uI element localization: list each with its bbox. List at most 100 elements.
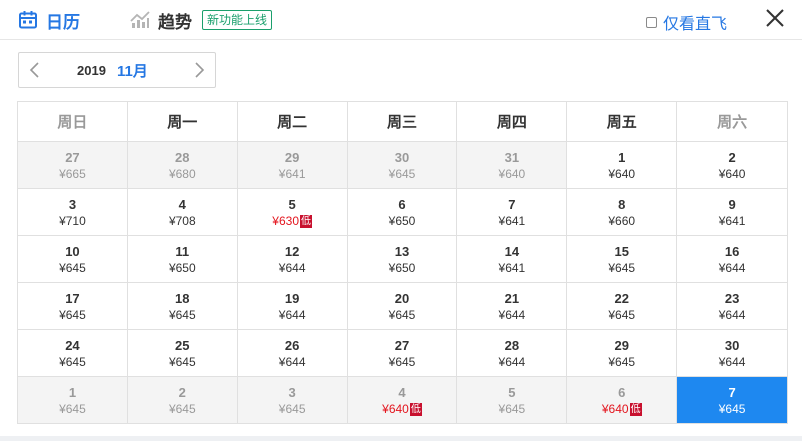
calendar-day-cell[interactable]: 29 ¥645 [567,330,678,377]
calendar-day-cell[interactable]: 2 ¥640 [677,142,789,189]
price-line: ¥640 低 [348,402,457,416]
tab-calendar[interactable]: 日历 [18,8,80,32]
calendar-day-cell[interactable]: 30 ¥645 [347,142,458,189]
calendar-day-cell[interactable]: 11 ¥650 [127,236,238,283]
direct-flight-filter[interactable]: 仅看直飞 [646,10,727,34]
trend-chart-icon [130,11,150,28]
direct-flight-label: 仅看直飞 [663,16,728,33]
prev-month-button[interactable] [27,62,43,78]
day-price: ¥650 [388,261,416,275]
calendar-day-cell[interactable]: 30 ¥644 [677,330,789,377]
price-line: ¥645 [567,308,676,322]
calendar-day-cell[interactable]: 8 ¥660 [567,189,678,236]
day-number: 16 [724,244,740,259]
calendar-day-cell[interactable]: 24 ¥645 [18,330,128,377]
calendar-grid: 周日 周一 周二 周三 周四 周五 周六 27 ¥665 28 ¥680 29 ¥641 3… [17,101,789,424]
calendar-day-cell[interactable]: 4 ¥640 低 [347,377,458,424]
new-feature-badge: 新功能上线 [202,10,273,30]
top-bar: 日历 趋势 新功能上线 仅看直飞 [0,0,802,40]
calendar-day-cell[interactable]: 7 ¥641 [457,189,568,236]
day-number: 18 [175,291,190,306]
calendar-day-cell[interactable]: 13 ¥650 [347,236,458,283]
calendar-day-cell[interactable]: 3 ¥710 [18,189,128,236]
price-line: ¥640 [677,167,787,181]
calendar-day-cell[interactable]: 1 ¥645 [18,377,128,424]
day-price: ¥644 [278,261,306,275]
calendar-day-cell[interactable]: 1 ¥640 [567,142,678,189]
day-price: ¥650 [168,261,196,275]
calendar-day-cell[interactable]: 14 ¥641 [457,236,568,283]
calendar-day-cell[interactable]: 4 ¥708 [127,189,238,236]
day-price: ¥645 [168,308,196,322]
day-number: 20 [394,291,410,306]
day-price: ¥644 [718,308,746,322]
next-month-button[interactable] [191,62,207,78]
day-price: ¥641 [498,214,526,228]
calendar-day-cell[interactable]: 27 ¥665 [18,142,128,189]
price-line: ¥645 [348,355,457,369]
day-number: 15 [614,244,629,259]
day-number: 11 [175,244,190,259]
day-number: 31 [504,150,520,165]
price-line: ¥645 [18,402,127,416]
calendar-day-cell-selected[interactable]: 7 ¥645 [677,377,789,424]
calendar-day-cell[interactable]: 26 ¥644 [237,330,348,377]
calendar-day-cell[interactable]: 25 ¥645 [127,330,238,377]
calendar-day-cell[interactable]: 12 ¥644 [237,236,348,283]
day-number: 13 [394,244,410,259]
calendar-day-cell[interactable]: 20 ¥645 [347,283,458,330]
day-number: 23 [724,291,740,306]
weekday-header-row: 周日 周一 周二 周三 周四 周五 周六 [18,102,789,142]
calendar-day-cell[interactable]: 17 ¥645 [18,283,128,330]
calendar-day-cell[interactable]: 6 ¥640 低 [567,377,678,424]
calendar-day-cell[interactable]: 27 ¥645 [347,330,458,377]
day-number: 7 [728,385,736,400]
direct-flight-checkbox[interactable] [646,16,657,28]
calendar-day-cell[interactable]: 3 ¥645 [237,377,348,424]
calendar-day-cell[interactable]: 23 ¥644 [677,283,789,330]
calendar-day-cell[interactable]: 28 ¥644 [457,330,568,377]
day-price: ¥645 [388,167,416,181]
calendar-week-row: 10 ¥645 11 ¥650 12 ¥644 13 ¥650 14 ¥641 15 ¥645 16 ¥6… [18,236,789,283]
price-line: ¥644 [238,355,347,369]
calendar-week-row: 17 ¥645 18 ¥645 19 ¥644 20 ¥645 21 ¥644 22 ¥645 23 ¥6… [18,283,789,330]
price-line: ¥660 [567,214,676,228]
calendar-day-cell[interactable]: 9 ¥641 [677,189,789,236]
day-number: 10 [65,244,80,259]
day-number: 1 [68,385,77,400]
price-line: ¥630 低 [238,214,347,228]
day-price: ¥645 [388,308,416,322]
calendar-day-cell[interactable]: 19 ¥644 [237,283,348,330]
calendar-day-cell[interactable]: 2 ¥645 [127,377,238,424]
nav-month: 11月 [117,63,148,80]
calendar-day-cell[interactable]: 21 ¥644 [457,283,568,330]
calendar-day-cell[interactable]: 22 ¥645 [567,283,678,330]
calendar-day-cell[interactable]: 15 ¥645 [567,236,678,283]
calendar-day-cell[interactable]: 5 ¥630 低 [237,189,348,236]
chevron-right-icon [195,62,205,78]
price-line: ¥641 [238,167,347,181]
day-number: 17 [65,291,80,306]
calendar-day-cell[interactable]: 31 ¥640 [457,142,568,189]
calendar-day-cell[interactable]: 18 ¥645 [127,283,238,330]
price-line: ¥641 [457,214,566,228]
price-line: ¥650 [348,214,457,228]
calendar-day-cell[interactable]: 28 ¥680 [127,142,238,189]
price-line: ¥645 [128,308,237,322]
price-line: ¥644 [677,261,787,275]
tab-calendar-label: 日历 [46,12,80,32]
calendar-day-cell[interactable]: 10 ¥645 [18,236,128,283]
day-number: 12 [284,244,300,259]
calendar-day-cell[interactable]: 6 ¥650 [347,189,458,236]
calendar-day-cell[interactable]: 16 ¥644 [677,236,789,283]
day-price: ¥645 [718,402,746,416]
price-line: ¥644 [238,308,347,322]
price-line: ¥645 [677,402,787,416]
calendar-day-cell[interactable]: 5 ¥645 [457,377,568,424]
day-number: 3 [68,197,77,212]
tab-trend[interactable]: 趋势 新功能上线 [130,8,273,32]
close-button[interactable] [764,7,786,29]
calendar-day-cell[interactable]: 29 ¥641 [237,142,348,189]
day-number: 6 [398,197,406,212]
weekday-header: 周三 [347,102,458,142]
